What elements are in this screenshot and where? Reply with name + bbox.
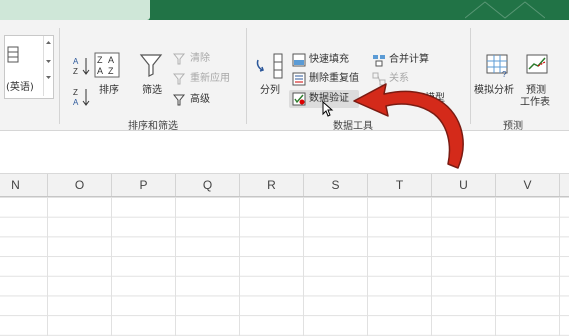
advanced-filter-button[interactable]: 高级 <box>173 93 223 107</box>
annotation-arrow <box>353 83 464 169</box>
remove-duplicates-icon <box>292 72 306 86</box>
svg-text:Z: Z <box>108 66 114 76</box>
column-header-u[interactable]: U <box>432 174 496 196</box>
forecast-sheet-label-1: 预测 <box>526 85 546 96</box>
grid-column-line <box>175 197 176 336</box>
title-bar-decoration <box>465 1 545 19</box>
ribbon-tab-area <box>0 0 150 20</box>
forecast-chart-icon <box>526 54 548 74</box>
advanced-label: 高级 <box>190 94 210 105</box>
svg-text:A: A <box>73 98 79 107</box>
table-icon <box>7 46 19 63</box>
sort-label: 排序 <box>99 85 119 96</box>
column-header-n[interactable]: N <box>0 174 48 196</box>
forecast-sheet-label-2: 工作表 <box>520 97 550 108</box>
column-header-q[interactable]: Q <box>176 174 240 196</box>
font-combo[interactable]: (英语) <box>4 35 54 99</box>
svg-text:A: A <box>73 57 79 66</box>
column-header-row: NOPQRSTUV <box>0 174 569 197</box>
what-if-analysis-icon: ? <box>486 54 508 78</box>
chevron-down-icon <box>46 41 51 79</box>
formula-bar-area <box>0 131 569 174</box>
grid-column-line <box>239 197 240 336</box>
flash-fill-label: 快速填充 <box>309 54 349 65</box>
text-to-columns-icon <box>256 53 283 79</box>
forecast-group-label: 预测 <box>503 121 523 132</box>
svg-text:A: A <box>97 66 103 76</box>
what-if-analysis-button[interactable]: ? 模拟分析 <box>474 52 522 104</box>
grid-column-line <box>47 197 48 336</box>
sort-icon: Z A A Z <box>94 52 120 78</box>
svg-text:Z: Z <box>97 55 103 65</box>
sort-ascending-icon[interactable]: A Z <box>73 55 91 79</box>
forecast-sheet-button[interactable]: 预测 工作表 <box>520 52 560 114</box>
cell-grid[interactable] <box>0 197 569 336</box>
grid-column-line <box>559 197 560 336</box>
column-header-p[interactable]: P <box>112 174 176 196</box>
combo-scroll[interactable] <box>43 36 53 96</box>
title-bar <box>0 0 569 20</box>
filter-label: 筛选 <box>142 85 162 96</box>
consolidate-label: 合并计算 <box>389 54 429 65</box>
mouse-cursor-icon <box>322 101 334 117</box>
flash-fill-button[interactable]: 快速填充 <box>292 53 354 67</box>
filter-button[interactable]: 筛选 <box>138 52 172 102</box>
reapply-button[interactable]: 重新应用 <box>173 72 243 86</box>
sort-button[interactable]: Z A A Z 排序 <box>94 52 124 102</box>
grid-column-line <box>111 197 112 336</box>
svg-text:A: A <box>108 55 114 65</box>
clear-filter-icon <box>173 53 186 65</box>
grid-column-line <box>495 197 496 336</box>
reapply-icon <box>173 73 186 85</box>
text-to-columns-button[interactable]: 分列 <box>254 52 286 102</box>
font-combo-text: (英语) <box>6 82 34 93</box>
grid-column-line <box>303 197 304 336</box>
what-if-label: 模拟分析 <box>474 85 514 96</box>
grid-column-line <box>367 197 368 336</box>
clear-label: 清除 <box>190 53 210 64</box>
column-header-t[interactable]: T <box>368 174 432 196</box>
advanced-filter-icon <box>173 94 186 106</box>
sort-descending-icon[interactable]: Z A <box>73 86 91 110</box>
group-separator <box>246 28 247 124</box>
reapply-label: 重新应用 <box>190 73 230 84</box>
column-header-v[interactable]: V <box>496 174 560 196</box>
svg-text:Z: Z <box>73 67 78 76</box>
column-header-o[interactable]: O <box>48 174 112 196</box>
clear-filter-button[interactable]: 清除 <box>173 52 223 66</box>
sort-filter-group-label: 排序和筛选 <box>128 121 178 132</box>
data-validation-icon <box>292 92 306 106</box>
grid-column-line <box>431 197 432 336</box>
consolidate-icon <box>373 55 385 67</box>
column-header-s[interactable]: S <box>304 174 368 196</box>
consolidate-button[interactable]: 合并计算 <box>372 53 438 67</box>
flash-fill-icon <box>292 53 306 67</box>
column-header-r[interactable]: R <box>240 174 304 196</box>
svg-text:?: ? <box>502 70 507 78</box>
svg-text:Z: Z <box>73 88 78 97</box>
group-separator <box>59 28 60 124</box>
filter-funnel-icon <box>139 54 163 77</box>
text-to-columns-label: 分列 <box>260 85 280 96</box>
